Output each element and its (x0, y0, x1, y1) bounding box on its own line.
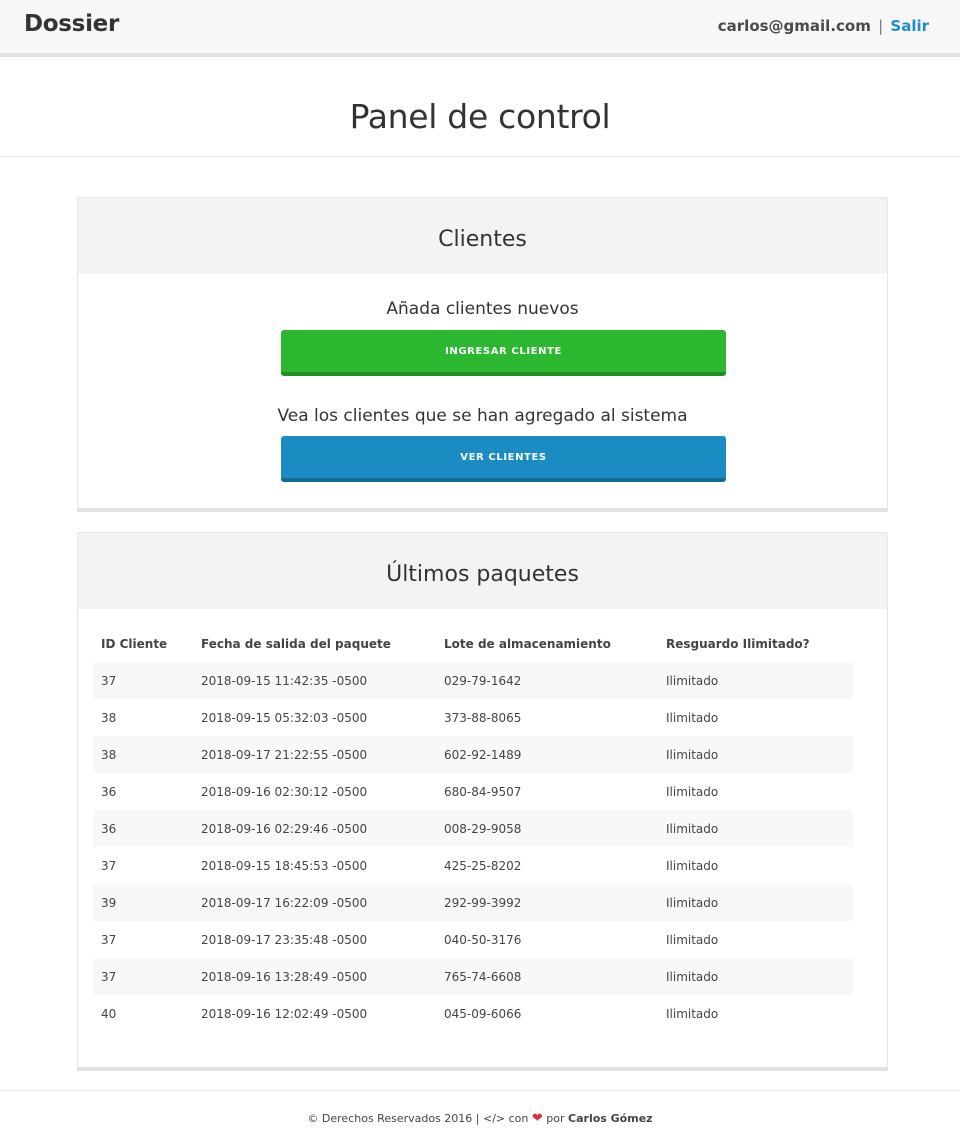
cell-departure-date: 2018-09-16 02:30:12 -0500 (201, 784, 368, 799)
cell-unlimited: Ilimitado (666, 784, 719, 799)
cell-unlimited: Ilimitado (666, 710, 719, 725)
brand-logo[interactable]: Dossier (24, 11, 119, 37)
user-area: carlos@gmail.com | Salir (718, 17, 929, 35)
footer-author: Carlos Gómez (568, 1112, 653, 1125)
table-row: 38 2018-09-17 21:22:55 -0500 602-92-1489… (93, 736, 853, 773)
add-client-prompt: Añada clientes nuevos (386, 299, 579, 319)
cell-client-id: 37 (101, 858, 117, 873)
footer: © Derechos Reservados 2016 | </> con ❤ p… (0, 1090, 960, 1136)
table-row: 40 2018-09-16 12:02:49 -0500 045-09-6066… (93, 995, 853, 1032)
cell-client-id: 38 (101, 710, 117, 725)
cell-unlimited: Ilimitado (666, 1006, 719, 1021)
column-header-storage-lot: Lote de almacenamiento (444, 636, 611, 651)
cell-storage-lot: 602-92-1489 (444, 747, 522, 762)
cell-client-id: 39 (101, 895, 117, 910)
table-header-row: ID Cliente Fecha de salida del paquete L… (93, 625, 853, 662)
column-header-departure-date: Fecha de salida del paquete (201, 636, 391, 651)
logout-link[interactable]: Salir (890, 17, 929, 35)
cell-unlimited: Ilimitado (666, 932, 719, 947)
clients-panel-title: Clientes (438, 227, 527, 252)
view-clients-button[interactable]: VER CLIENTES (281, 436, 726, 482)
heart-icon: ❤ (531, 1111, 543, 1126)
cell-departure-date: 2018-09-17 16:22:09 -0500 (201, 895, 368, 910)
cell-client-id: 37 (101, 673, 117, 688)
clients-panel: Clientes Añada clientes nuevos INGRESAR … (77, 197, 888, 512)
table-row: 39 2018-09-17 16:22:09 -0500 292-99-3992… (93, 884, 853, 921)
page-title: Panel de control (349, 97, 611, 136)
cell-storage-lot: 373-88-8065 (444, 710, 522, 725)
cell-storage-lot: 765-74-6608 (444, 969, 522, 984)
cell-storage-lot: 029-79-1642 (444, 673, 522, 688)
packages-table: ID Cliente Fecha de salida del paquete L… (93, 625, 853, 1032)
table-row: 37 2018-09-15 11:42:35 -0500 029-79-1642… (93, 662, 853, 699)
packages-panel-title: Últimos paquetes (386, 562, 579, 587)
packages-panel-header: Últimos paquetes (78, 533, 887, 609)
cell-storage-lot: 045-09-6066 (444, 1006, 522, 1021)
view-clients-prompt: Vea los clientes que se han agregado al … (277, 406, 688, 426)
cell-storage-lot: 008-29-9058 (444, 821, 522, 836)
cell-departure-date: 2018-09-17 21:22:55 -0500 (201, 747, 368, 762)
column-header-client-id: ID Cliente (101, 636, 168, 651)
cell-departure-date: 2018-09-15 18:45:53 -0500 (201, 858, 368, 873)
footer-by: por (546, 1112, 565, 1125)
cell-unlimited: Ilimitado (666, 969, 719, 984)
footer-copyright: © Derechos Reservados 2016 | </> con (307, 1112, 529, 1125)
user-email: carlos@gmail.com (717, 17, 871, 35)
cell-unlimited: Ilimitado (666, 895, 719, 910)
top-navbar: Dossier carlos@gmail.com | Salir (0, 0, 960, 57)
cell-client-id: 36 (101, 784, 117, 799)
cell-storage-lot: 040-50-3176 (444, 932, 522, 947)
cell-client-id: 37 (101, 932, 117, 947)
cell-unlimited: Ilimitado (666, 858, 719, 873)
page-header: Panel de control (0, 57, 960, 157)
cell-storage-lot: 292-99-3992 (444, 895, 522, 910)
cell-departure-date: 2018-09-17 23:35:48 -0500 (201, 932, 368, 947)
cell-storage-lot: 425-25-8202 (444, 858, 522, 873)
cell-departure-date: 2018-09-15 05:32:03 -0500 (201, 710, 368, 725)
cell-storage-lot: 680-84-9507 (444, 784, 522, 799)
clients-panel-header: Clientes (78, 198, 887, 274)
table-row: 37 2018-09-17 23:35:48 -0500 040-50-3176… (93, 921, 853, 958)
cell-client-id: 36 (101, 821, 117, 836)
table-row: 38 2018-09-15 05:32:03 -0500 373-88-8065… (93, 699, 853, 736)
cell-unlimited: Ilimitado (666, 747, 719, 762)
cell-unlimited: Ilimitado (666, 821, 719, 836)
footer-text: © Derechos Reservados 2016 | </> con ❤ p… (0, 1111, 960, 1126)
table-row: 37 2018-09-16 13:28:49 -0500 765-74-6608… (93, 958, 853, 995)
cell-unlimited: Ilimitado (666, 673, 719, 688)
table-row: 37 2018-09-15 18:45:53 -0500 425-25-8202… (93, 847, 853, 884)
table-row: 36 2018-09-16 02:30:12 -0500 680-84-9507… (93, 773, 853, 810)
packages-panel: Últimos paquetes ID Cliente Fecha de sal… (77, 532, 888, 1071)
column-header-unlimited: Resguardo Ilimitado? (666, 636, 810, 651)
add-client-button[interactable]: INGRESAR CLIENTE (281, 330, 726, 376)
cell-client-id: 37 (101, 969, 117, 984)
nav-separator: | (878, 17, 884, 35)
cell-client-id: 40 (101, 1006, 117, 1021)
cell-departure-date: 2018-09-16 13:28:49 -0500 (201, 969, 368, 984)
table-row: 36 2018-09-16 02:29:46 -0500 008-29-9058… (93, 810, 853, 847)
cell-client-id: 38 (101, 747, 117, 762)
cell-departure-date: 2018-09-16 12:02:49 -0500 (201, 1006, 368, 1021)
cell-departure-date: 2018-09-16 02:29:46 -0500 (201, 821, 368, 836)
cell-departure-date: 2018-09-15 11:42:35 -0500 (201, 673, 368, 688)
